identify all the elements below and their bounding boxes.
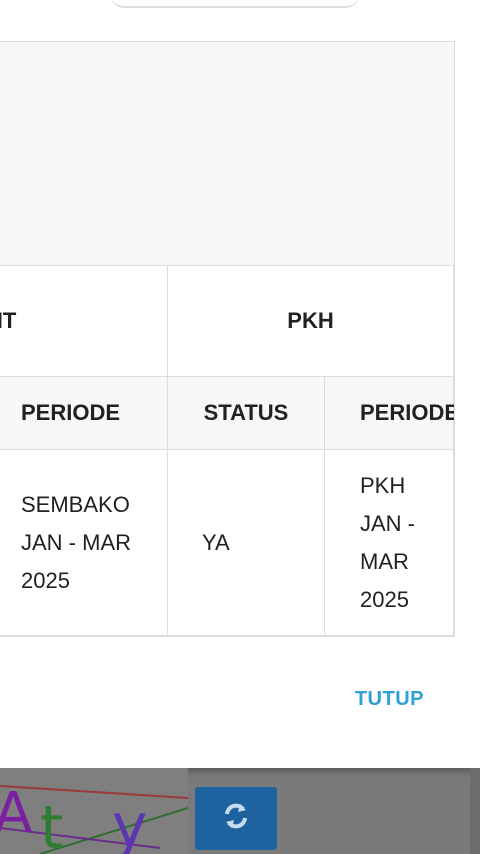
- captcha-graphic: A t y: [0, 781, 188, 854]
- refresh-icon: [221, 801, 251, 836]
- column-header-periode: PERIODE: [0, 377, 168, 450]
- column-header-status: STATUS: [168, 377, 325, 450]
- status-table: NT PKH PERIODE STATUS PERIODE SEMBAKO JA…: [0, 41, 455, 637]
- refresh-captcha-button[interactable]: [195, 787, 277, 850]
- captcha-char-3: y: [112, 791, 148, 854]
- close-button[interactable]: TUTUP: [355, 688, 424, 711]
- group-header-nt: NT: [0, 266, 168, 377]
- group-header-pkh: PKH: [168, 266, 454, 377]
- table-blank-area: [0, 42, 454, 266]
- table-cell-status: YA: [168, 450, 325, 636]
- page-scrollbar[interactable]: [470, 768, 480, 854]
- column-header-periode-pkh: PERIODE: [325, 377, 454, 450]
- status-dialog: NT PKH PERIODE STATUS PERIODE SEMBAKO JA…: [0, 0, 480, 768]
- captcha-image: A t y: [0, 768, 188, 854]
- table-cell-periode: SEMBAKO JAN - MAR 2025: [0, 450, 168, 636]
- captcha-char-1: A: [0, 781, 32, 846]
- captcha-char-2: t: [40, 793, 64, 854]
- dialog-top-edge: [110, 0, 360, 8]
- table-cell-periode-pkh: PKH JAN - MAR 2025: [325, 450, 454, 636]
